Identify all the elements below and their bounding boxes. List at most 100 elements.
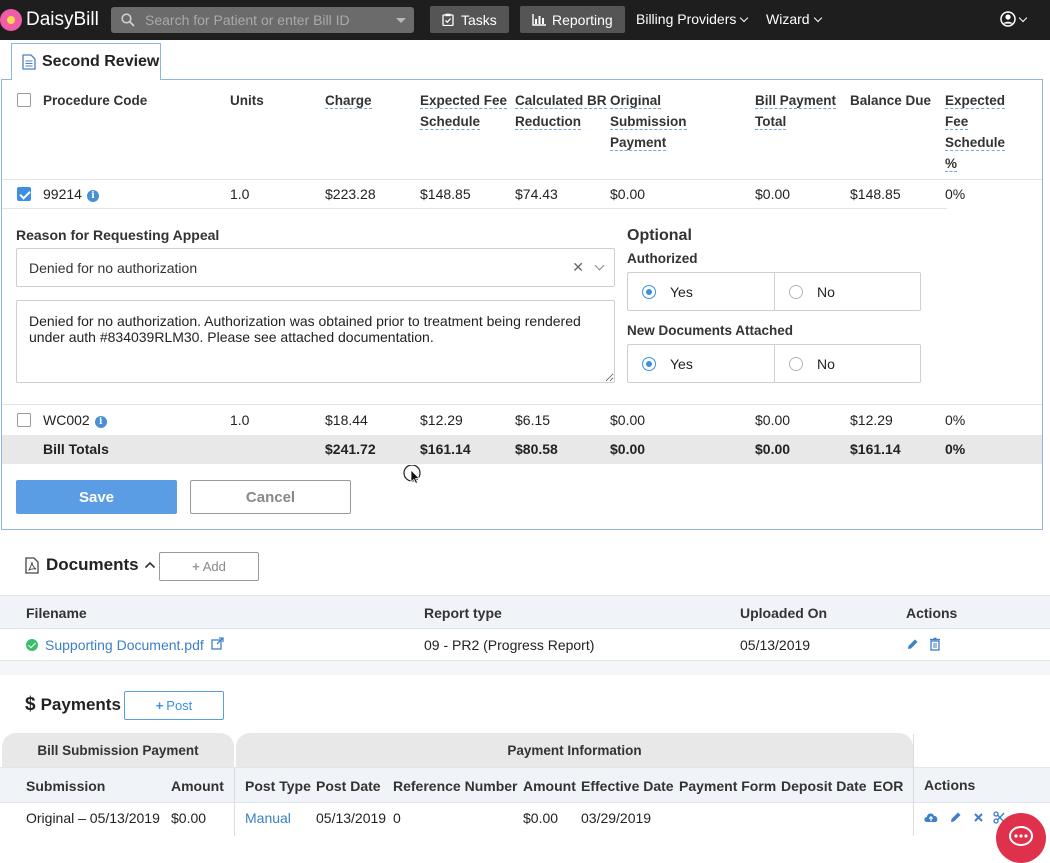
col-units: Units [230, 93, 264, 108]
reason-label: Reason for Requesting Appeal [16, 227, 220, 243]
select-all-checkbox[interactable] [17, 93, 31, 107]
user-menu[interactable] [1000, 11, 1028, 27]
payment-post-date: 05/13/2019 [316, 810, 387, 826]
documents-heading[interactable]: Documents [25, 555, 156, 575]
tasks-button[interactable]: Tasks [430, 6, 509, 33]
brand-logo[interactable]: DaisyBill [0, 8, 99, 32]
col-expected-fee-schedule-pct[interactable]: Expected Fee Schedule % [945, 90, 1009, 174]
reporting-button[interactable]: Reporting [520, 6, 625, 33]
br-reduction-cell: $74.43 [515, 186, 558, 202]
row-divider [2, 404, 1042, 405]
info-icon[interactable]: i [86, 190, 99, 202]
wizard-menu[interactable]: Wizard [766, 11, 822, 27]
payment-submission: Original – 05/13/2019 [26, 810, 160, 826]
bill-payment-cell: $0.00 [755, 412, 791, 428]
payments-heading: $ Payments [25, 694, 121, 716]
charge-cell: $223.28 [325, 186, 376, 202]
external-link-icon[interactable] [211, 637, 224, 650]
cancel-button[interactable]: Cancel [190, 480, 351, 514]
expected-fee-cell: $148.85 [420, 186, 471, 202]
col-bill-payment-total[interactable]: Bill Payment Total [755, 90, 845, 132]
patient-search[interactable] [111, 7, 414, 33]
col-submission: Submission [26, 778, 106, 794]
info-icon[interactable]: i [94, 416, 107, 428]
balance-due-cell: $12.29 [850, 412, 893, 428]
second-review-title: Second Review [42, 53, 160, 70]
col-amount: Amount [171, 778, 224, 794]
search-dropdown-icon[interactable] [396, 18, 406, 23]
group-bill-submission-payment: Bill Submission Payment [2, 733, 234, 767]
chevron-down-icon [813, 13, 822, 22]
no-label: No [817, 283, 835, 300]
dollar-icon: $ [25, 694, 36, 715]
radio-unselected[interactable] [789, 356, 803, 371]
radio-selected[interactable] [642, 284, 656, 299]
col-post-type: Post Type [245, 778, 311, 794]
search-icon [121, 13, 135, 27]
save-button[interactable]: Save [16, 480, 177, 514]
row-divider [2, 208, 947, 209]
payment-effective-date: 03/29/2019 [581, 810, 652, 826]
col-calculated-br-reduction[interactable]: Calculated BR Reduction [515, 90, 607, 132]
original-payment-cell: $0.00 [610, 186, 646, 202]
total-charge: $241.72 [325, 441, 376, 457]
reason-select[interactable]: Denied for no authorization ✕ [16, 248, 615, 287]
reason-selected-value: Denied for no authorization [29, 259, 198, 276]
authorized-label: Authorized [627, 251, 698, 266]
documents-title: Documents [46, 555, 139, 574]
payment-post-type-link[interactable]: Manual [245, 810, 291, 826]
document-uploaded-on: 05/13/2019 [740, 637, 811, 653]
search-input[interactable] [143, 11, 383, 29]
second-review-tab[interactable]: Second Review [11, 43, 161, 80]
chevron-down-icon[interactable] [594, 260, 605, 271]
bill-totals-label: Bill Totals [43, 441, 109, 457]
user-circle-icon [1000, 11, 1016, 27]
radio-selected[interactable] [642, 356, 656, 371]
payment-amount: $0.00 [523, 810, 559, 826]
authorized-no-option[interactable]: No [774, 273, 920, 310]
total-balance: $161.14 [850, 441, 901, 457]
cloud-upload-icon[interactable] [923, 810, 939, 823]
optional-heading: Optional [627, 227, 692, 244]
col-payment-actions: Actions [924, 777, 976, 793]
total-br: $80.58 [515, 441, 558, 457]
new-docs-yes-option[interactable]: Yes [628, 345, 774, 382]
document-filename[interactable]: Supporting Document.pdf [26, 637, 224, 653]
section-spacer [0, 661, 1050, 675]
new-docs-toggle: Yes No [627, 344, 921, 383]
add-document-button[interactable]: + Add [159, 552, 259, 581]
document-link[interactable]: Supporting Document.pdf [45, 637, 204, 653]
trash-icon[interactable] [929, 637, 941, 651]
pencil-icon[interactable] [906, 638, 919, 651]
wizard-label: Wizard [766, 11, 810, 27]
post-label: Post [166, 698, 193, 713]
row-checkbox-wc002[interactable] [17, 413, 31, 427]
plus-icon: + [155, 698, 164, 713]
clear-icon[interactable]: ✕ [572, 259, 584, 276]
radio-unselected[interactable] [789, 284, 803, 299]
col-original-submission-payment[interactable]: Original Submission Payment [610, 90, 740, 153]
authorized-yes-option[interactable]: Yes [628, 273, 774, 310]
row-checkbox-99214[interactable] [17, 187, 31, 201]
bar-chart-icon [532, 13, 546, 26]
post-payment-button[interactable]: + Post [124, 691, 224, 720]
col-expected-fee-schedule[interactable]: Expected Fee Schedule [420, 90, 510, 132]
br-reduction-cell: $6.15 [515, 412, 551, 428]
chevron-down-icon [740, 13, 749, 22]
chat-widget-button[interactable] [996, 813, 1046, 863]
original-payment-cell: $0.00 [610, 412, 646, 428]
new-docs-no-option[interactable]: No [774, 345, 920, 382]
top-nav: DaisyBill Tasks Reporting Billing Provid… [0, 0, 1050, 40]
chat-bubble-icon [1009, 826, 1033, 846]
expected-fee-cell: $12.29 [420, 412, 463, 428]
fee-pct-cell: 0% [945, 412, 966, 428]
appeal-explanation-textarea[interactable] [16, 300, 615, 383]
billing-providers-menu[interactable]: Billing Providers [636, 11, 749, 27]
col-procedure-code: Procedure Code [43, 93, 148, 108]
chevron-up-icon[interactable] [144, 561, 156, 569]
pencil-icon[interactable] [949, 811, 962, 824]
col-actions: Actions [906, 605, 958, 621]
col-charge[interactable]: Charge [325, 90, 415, 111]
document-icon [22, 54, 36, 70]
close-icon[interactable] [973, 812, 984, 823]
